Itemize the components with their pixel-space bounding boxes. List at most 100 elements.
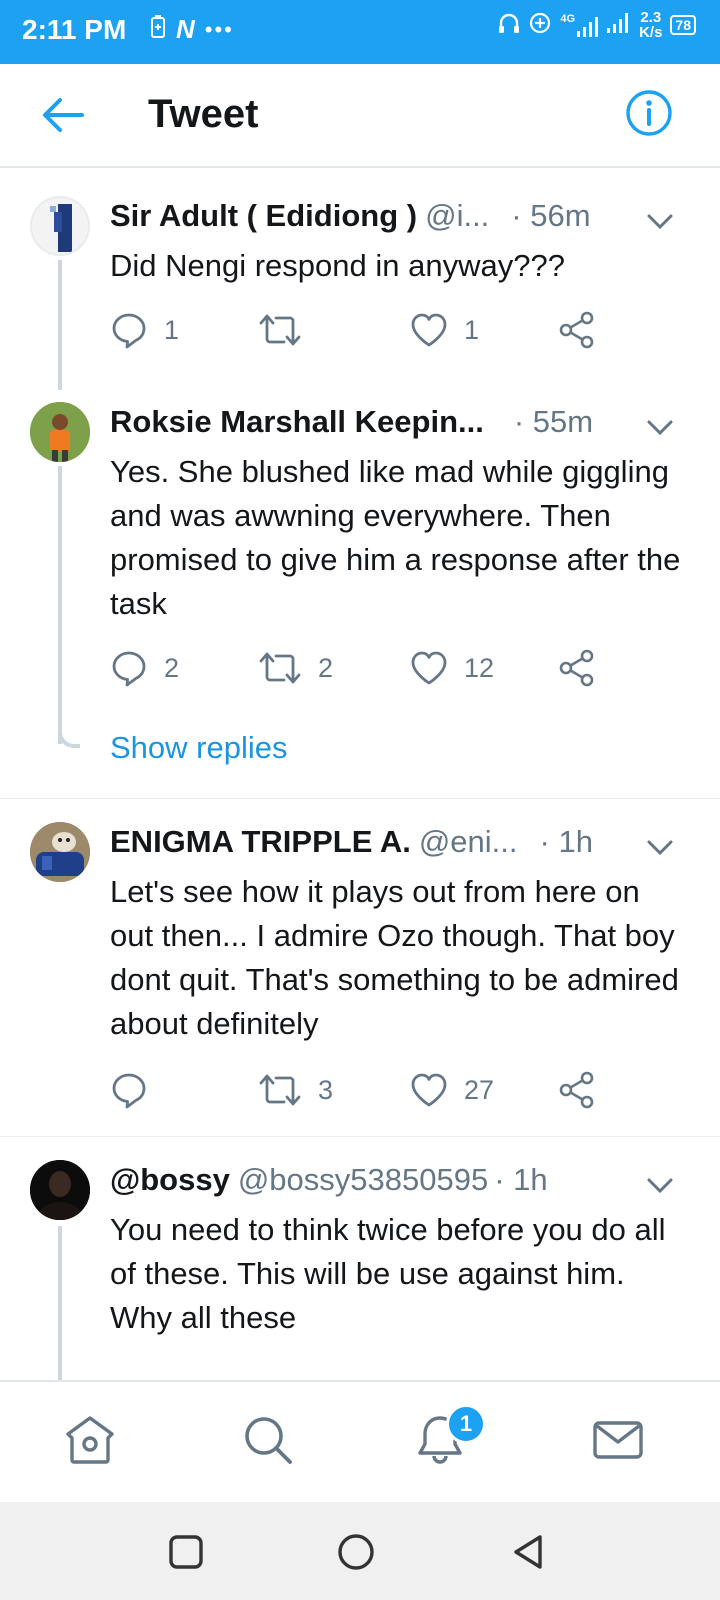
tweet-author-name[interactable]: ENIGMA TRIPPLE A. <box>110 824 411 860</box>
retweet-icon <box>259 314 301 346</box>
retweet-icon <box>259 1074 301 1106</box>
reply-button[interactable]: 1 <box>110 310 179 350</box>
retweet-count: 3 <box>318 1074 334 1105</box>
divider <box>0 798 720 799</box>
info-icon <box>626 90 672 136</box>
nav-home[interactable] <box>62 1412 118 1468</box>
chevron-down-icon[interactable] <box>646 212 674 232</box>
system-navigation-bar <box>0 1502 720 1600</box>
triangle-back-icon <box>514 1535 542 1569</box>
tweet-author-handle[interactable]: @i... <box>425 198 489 234</box>
tweet-time: · 55m <box>513 404 594 439</box>
share-button[interactable] <box>558 1070 596 1110</box>
reply-button[interactable] <box>110 1070 164 1110</box>
share-icon <box>559 649 594 687</box>
tweet-author-handle[interactable]: @eni... <box>419 824 518 860</box>
data-saver-icon <box>528 11 552 40</box>
network-speed: 2.3 K/s <box>639 9 663 41</box>
share-button[interactable] <box>558 310 596 350</box>
signal-4g-icon: 4G <box>560 13 599 37</box>
back-system-button[interactable] <box>508 1532 548 1572</box>
avatar[interactable] <box>30 1160 90 1220</box>
divider <box>0 1136 720 1137</box>
back-button[interactable] <box>38 90 88 140</box>
heart-icon <box>411 651 447 685</box>
like-count: 1 <box>464 314 480 345</box>
reply-count: 1 <box>164 314 180 345</box>
heart-icon <box>411 1073 447 1107</box>
home-system-button[interactable] <box>336 1532 376 1572</box>
tweet-header: Sir Adult ( Edidiong ) @i... · 56m <box>110 198 660 238</box>
tweet-author-name[interactable]: @bossy <box>110 1162 230 1198</box>
tweet-author-handle[interactable]: @bossy53850595 <box>238 1162 488 1198</box>
tweet-time: · 56m <box>511 198 591 233</box>
status-left-icons: N ••• <box>150 14 234 45</box>
app-n-icon: N <box>176 14 195 44</box>
tweet-feed[interactable]: Sir Adult ( Edidiong ) @i... · 56m Did N… <box>0 168 720 1380</box>
info-button[interactable] <box>624 88 674 138</box>
page-title: Tweet <box>148 92 259 136</box>
chevron-down-icon[interactable] <box>646 1176 674 1196</box>
share-icon <box>559 1071 594 1109</box>
headphones-icon <box>498 11 520 40</box>
chevron-down-icon[interactable] <box>646 418 674 438</box>
app-header: Tweet <box>0 64 720 168</box>
tweet-author-name[interactable]: Sir Adult ( Edidiong ) <box>110 198 417 234</box>
nav-messages[interactable] <box>590 1412 646 1468</box>
like-count: 12 <box>464 652 495 683</box>
show-replies-link[interactable]: Show replies <box>110 730 287 766</box>
circle-icon <box>338 1534 374 1570</box>
messages-icon <box>593 1421 643 1459</box>
more-notifications-icon: ••• <box>204 16 234 42</box>
tweet-actions: 3 27 <box>110 1070 610 1110</box>
reply-button[interactable]: 2 <box>110 648 179 688</box>
recent-apps-button[interactable] <box>166 1532 206 1572</box>
tweet-text: Let's see how it plays out from here on … <box>110 874 679 1041</box>
tweet-author-name[interactable]: Roksie Marshall Keepin... <box>110 404 484 440</box>
tweet-header: Roksie Marshall Keepin... · 55m <box>110 404 660 444</box>
battery-indicator: 78 <box>670 15 696 35</box>
thread-line <box>58 260 62 390</box>
thread-line-curve <box>58 724 80 748</box>
chevron-down-icon[interactable] <box>646 838 674 858</box>
tweet-time: · 1h <box>494 1162 548 1197</box>
share-icon <box>559 311 594 349</box>
reply-count: 2 <box>164 652 180 683</box>
battery-saver-icon <box>150 14 166 45</box>
status-bar: 2:11 PM N ••• 4G 2.3 K/s 78 <box>0 0 720 64</box>
avatar[interactable] <box>30 402 90 462</box>
nav-search[interactable] <box>240 1412 296 1468</box>
status-time: 2:11 PM <box>22 14 127 45</box>
retweet-button[interactable] <box>258 310 318 350</box>
thread-line <box>58 1226 62 1380</box>
like-button[interactable]: 12 <box>410 648 494 688</box>
search-icon <box>245 1417 292 1464</box>
tweet-text: Did Nengi respond in anyway??? <box>110 248 565 283</box>
share-button[interactable] <box>558 648 596 688</box>
tweet-actions: 2 2 12 <box>110 648 610 688</box>
tweet-time: · 1h <box>539 824 593 859</box>
tweet-actions: 1 1 <box>110 310 610 350</box>
tweet-header: ENIGMA TRIPPLE A. @eni... · 1h <box>110 824 660 864</box>
arrow-left-icon <box>43 98 84 132</box>
signal-bars-icon <box>607 12 631 38</box>
like-button[interactable]: 27 <box>410 1070 494 1110</box>
thread-line <box>58 466 62 744</box>
tweet-header: @bossy @bossy53850595 · 1h <box>110 1162 660 1202</box>
like-button[interactable]: 1 <box>410 310 479 350</box>
heart-icon <box>411 313 447 347</box>
status-right-icons: 4G 2.3 K/s 78 <box>498 10 696 40</box>
retweet-icon <box>259 652 301 684</box>
square-icon <box>169 1535 203 1569</box>
reply-icon <box>112 313 146 349</box>
like-count: 27 <box>464 1074 495 1105</box>
tweet-text: You need to think twice before you do al… <box>110 1212 666 1335</box>
retweet-button[interactable]: 3 <box>258 1070 333 1110</box>
notification-badge: 1 <box>446 1404 486 1444</box>
reply-icon <box>112 1073 146 1109</box>
avatar[interactable] <box>30 196 90 256</box>
retweet-button[interactable]: 2 <box>258 648 333 688</box>
retweet-count: 2 <box>318 652 334 683</box>
bottom-navigation: 1 <box>0 1380 720 1502</box>
avatar[interactable] <box>30 822 90 882</box>
